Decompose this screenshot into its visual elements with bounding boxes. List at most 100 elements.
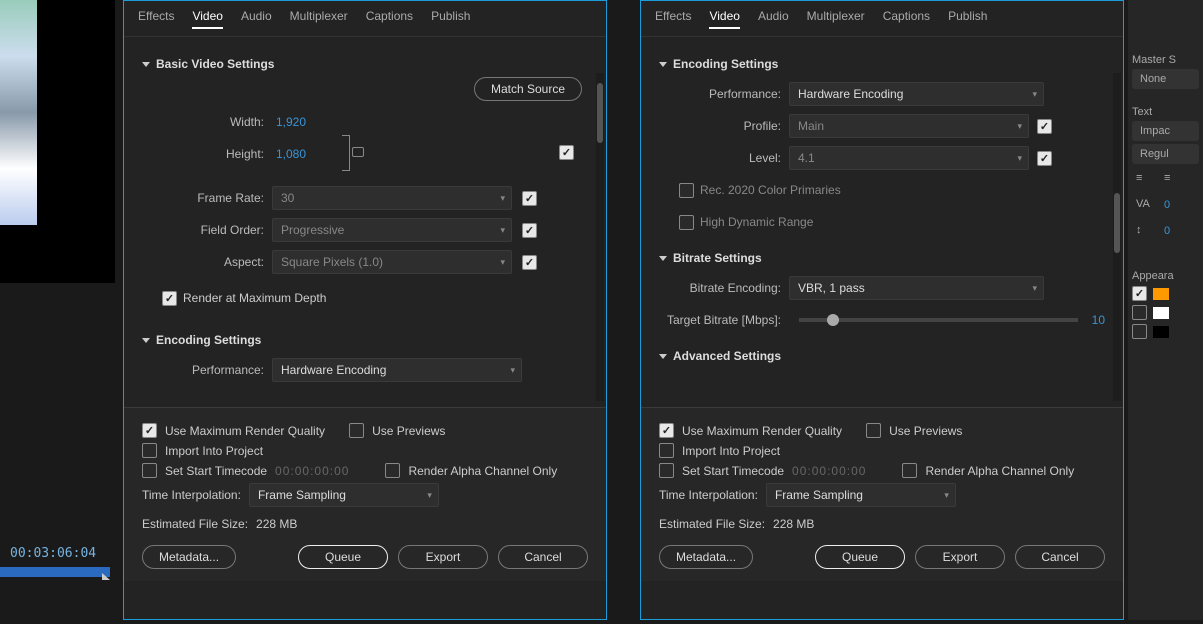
tab-video[interactable]: Video: [192, 9, 222, 29]
set-start-tc-checkbox[interactable]: [142, 463, 157, 478]
section-basic-video[interactable]: Basic Video Settings: [142, 57, 588, 71]
stroke-checkbox[interactable]: [1132, 305, 1147, 320]
export-settings-panel-1: Effects Video Audio Multiplexer Captions…: [123, 0, 607, 620]
bitrate-encoding-select[interactable]: VBR, 1 pass▾: [789, 276, 1044, 300]
export-tabbar: Effects Video Audio Multiplexer Captions…: [124, 1, 606, 37]
render-alpha-label: Render Alpha Channel Only: [408, 464, 557, 478]
performance-label: Performance:: [142, 363, 272, 377]
tab-publish[interactable]: Publish: [431, 9, 470, 29]
chevron-down-icon: [142, 62, 150, 67]
set-start-tc-label: Set Start Timecode: [165, 464, 267, 478]
playhead[interactable]: [0, 567, 110, 577]
start-tc-value[interactable]: 00:00:00:00: [792, 464, 866, 478]
tab-multiplexer[interactable]: Multiplexer: [290, 9, 348, 29]
profile-select[interactable]: Main▾: [789, 114, 1029, 138]
scrollbar[interactable]: [596, 73, 604, 401]
match-source-button[interactable]: Match Source: [474, 77, 582, 101]
profile-match-checkbox[interactable]: [1037, 119, 1052, 134]
tracking-value[interactable]: 0: [1164, 225, 1170, 237]
export-footer: Use Maximum Render Quality Use Previews …: [641, 407, 1123, 581]
shadow-swatch[interactable]: [1153, 326, 1169, 338]
align-center-icon[interactable]: ≡: [1164, 172, 1178, 186]
est-size-value: 228 MB: [256, 517, 297, 531]
tab-effects[interactable]: Effects: [138, 9, 174, 29]
framerate-select[interactable]: 30▾: [272, 186, 512, 210]
target-bitrate-value[interactable]: 10: [1092, 313, 1105, 327]
performance-label: Performance:: [659, 87, 789, 101]
tab-audio[interactable]: Audio: [758, 9, 789, 29]
metadata-button[interactable]: Metadata...: [659, 545, 753, 569]
tab-captions[interactable]: Captions: [883, 9, 930, 29]
tab-audio[interactable]: Audio: [241, 9, 272, 29]
link-icon[interactable]: [352, 147, 364, 157]
fill-checkbox[interactable]: [1132, 286, 1147, 301]
section-advanced[interactable]: Advanced Settings: [659, 349, 1105, 363]
section-encoding[interactable]: Encoding Settings: [142, 333, 588, 347]
hdr-checkbox[interactable]: [679, 215, 694, 230]
font-style-select[interactable]: Regul: [1132, 144, 1199, 164]
performance-select[interactable]: Hardware Encoding▾: [272, 358, 522, 382]
performance-select[interactable]: Hardware Encoding▾: [789, 82, 1044, 106]
width-match-checkbox[interactable]: [559, 145, 574, 160]
preview-monitor: [0, 0, 115, 283]
cancel-button[interactable]: Cancel: [1015, 545, 1105, 569]
use-previews-checkbox[interactable]: [866, 423, 881, 438]
time-interp-label: Time Interpolation:: [659, 488, 758, 502]
aspect-label: Aspect:: [142, 255, 272, 269]
metadata-button[interactable]: Metadata...: [142, 545, 236, 569]
section-bitrate[interactable]: Bitrate Settings: [659, 251, 1105, 265]
set-start-tc-label: Set Start Timecode: [682, 464, 784, 478]
export-button[interactable]: Export: [398, 545, 488, 569]
level-match-checkbox[interactable]: [1037, 151, 1052, 166]
level-select[interactable]: 4.1▾: [789, 146, 1029, 170]
master-style-select[interactable]: None: [1132, 69, 1199, 89]
align-left-icon[interactable]: ≡: [1136, 172, 1150, 186]
import-into-project-label: Import Into Project: [682, 444, 780, 458]
import-into-project-checkbox[interactable]: [659, 443, 674, 458]
use-previews-label: Use Previews: [889, 424, 962, 438]
section-encoding[interactable]: Encoding Settings: [659, 57, 1105, 71]
set-start-tc-checkbox[interactable]: [659, 463, 674, 478]
stroke-swatch[interactable]: [1153, 307, 1169, 319]
fieldorder-match-checkbox[interactable]: [522, 223, 537, 238]
aspect-select[interactable]: Square Pixels (1.0)▾: [272, 250, 512, 274]
chevron-down-icon: [142, 338, 150, 343]
rec2020-checkbox[interactable]: [679, 183, 694, 198]
render-alpha-checkbox[interactable]: [902, 463, 917, 478]
use-max-quality-checkbox[interactable]: [659, 423, 674, 438]
cancel-button[interactable]: Cancel: [498, 545, 588, 569]
tab-multiplexer[interactable]: Multiplexer: [807, 9, 865, 29]
use-previews-checkbox[interactable]: [349, 423, 364, 438]
queue-button[interactable]: Queue: [298, 545, 388, 569]
tracking-icon: ↕: [1136, 224, 1150, 238]
framerate-match-checkbox[interactable]: [522, 191, 537, 206]
tab-effects[interactable]: Effects: [655, 9, 691, 29]
use-max-quality-checkbox[interactable]: [142, 423, 157, 438]
width-value[interactable]: 1,920: [276, 115, 326, 129]
queue-button[interactable]: Queue: [815, 545, 905, 569]
scrollbar[interactable]: [1113, 73, 1121, 401]
start-tc-value[interactable]: 00:00:00:00: [275, 464, 349, 478]
import-into-project-checkbox[interactable]: [142, 443, 157, 458]
tab-publish[interactable]: Publish: [948, 9, 987, 29]
fieldorder-select[interactable]: Progressive▾: [272, 218, 512, 242]
shadow-checkbox[interactable]: [1132, 324, 1147, 339]
export-button[interactable]: Export: [915, 545, 1005, 569]
aspect-match-checkbox[interactable]: [522, 255, 537, 270]
timeline[interactable]: 00:03:06:04: [0, 540, 123, 577]
use-max-quality-label: Use Maximum Render Quality: [682, 424, 842, 438]
font-family-select[interactable]: Impac: [1132, 121, 1199, 141]
fill-swatch[interactable]: [1153, 288, 1169, 300]
height-value[interactable]: 1,080: [276, 147, 306, 161]
render-max-depth-checkbox[interactable]: [162, 291, 177, 306]
master-styles-label: Master S: [1132, 54, 1199, 66]
timecode[interactable]: 00:03:06:04: [10, 546, 113, 561]
time-interp-select[interactable]: Frame Sampling▾: [249, 483, 439, 507]
kerning-value[interactable]: 0: [1164, 199, 1170, 211]
time-interp-select[interactable]: Frame Sampling▾: [766, 483, 956, 507]
tab-captions[interactable]: Captions: [366, 9, 413, 29]
tab-video[interactable]: Video: [709, 9, 739, 29]
render-alpha-checkbox[interactable]: [385, 463, 400, 478]
target-bitrate-slider[interactable]: [799, 318, 1078, 322]
est-size-label: Estimated File Size:: [659, 517, 765, 531]
